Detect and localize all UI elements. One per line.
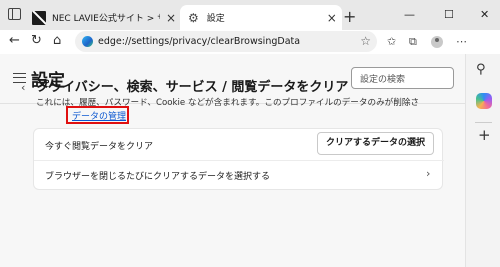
back-chevron-icon[interactable]: ‹ xyxy=(21,81,25,94)
divider xyxy=(34,160,444,161)
new-tab-button[interactable]: + xyxy=(343,7,356,26)
minimize-icon[interactable]: — xyxy=(404,8,415,21)
tab-title: NEC LAVIE公式サイト > サービス＆サ xyxy=(52,14,160,24)
clear-on-close-row[interactable]: ブラウザーを閉じるたびにクリアするデータを選択する xyxy=(45,169,270,182)
star-icon[interactable]: ☆ xyxy=(360,34,371,48)
navigation-bar: ← ↻ ⌂ edge://settings/privacy/clearBrows… xyxy=(0,30,500,54)
tab-title: 設定 xyxy=(206,14,225,24)
choose-data-to-clear-button[interactable]: クリアするデータの選択 xyxy=(317,132,434,155)
gear-icon: ⚙ xyxy=(188,10,199,25)
search-icon[interactable]: ⚲ xyxy=(476,62,486,77)
highlight-box xyxy=(66,106,129,124)
clear-now-label: 今すぐ閲覧データをクリア xyxy=(45,142,154,152)
tab-settings[interactable]: ⚙ 設定 × xyxy=(180,5,342,30)
back-icon[interactable]: ← xyxy=(9,33,20,48)
profile-avatar[interactable] xyxy=(431,36,443,48)
settings-search-input[interactable]: 設定の検索 xyxy=(351,67,454,89)
clear-data-card: 今すぐ閲覧データをクリア クリアするデータの選択 ブラウザーを閉じるたびにクリア… xyxy=(33,128,444,190)
more-icon[interactable]: ⋯ xyxy=(456,35,467,48)
nec-favicon-icon xyxy=(32,10,46,25)
tab-close-icon[interactable]: × xyxy=(166,11,176,25)
edge-sidebar: ⚲ + xyxy=(465,54,500,267)
chevron-right-icon[interactable]: › xyxy=(426,167,430,180)
address-bar[interactable]: edge://settings/privacy/clearBrowsingDat… xyxy=(75,31,377,52)
add-sidebar-app-icon[interactable]: + xyxy=(478,126,491,144)
refresh-icon[interactable]: ↻ xyxy=(31,33,42,48)
copilot-icon[interactable] xyxy=(476,93,492,109)
home-icon[interactable]: ⌂ xyxy=(53,33,61,48)
edge-logo-icon xyxy=(82,36,93,47)
divider xyxy=(475,122,492,123)
favorites-icon[interactable]: ✩ xyxy=(387,35,396,48)
close-window-icon[interactable]: ✕ xyxy=(480,8,489,21)
extensions-icon[interactable]: ⧉ xyxy=(409,35,417,49)
tab-close-icon[interactable]: × xyxy=(327,11,337,25)
tab-nec-lavie[interactable]: NEC LAVIE公式サイト > サービス＆サ × xyxy=(28,5,178,30)
title-bar: NEC LAVIE公式サイト > サービス＆サ × ⚙ 設定 × + — ☐ ✕ xyxy=(0,0,500,30)
workspaces-icon[interactable] xyxy=(8,8,21,20)
section-title: プライバシー、検索、サービス / 閲覧データをクリア xyxy=(36,80,349,95)
maximize-icon[interactable]: ☐ xyxy=(444,8,454,21)
url-text: edge://settings/privacy/clearBrowsingDat… xyxy=(98,36,301,47)
